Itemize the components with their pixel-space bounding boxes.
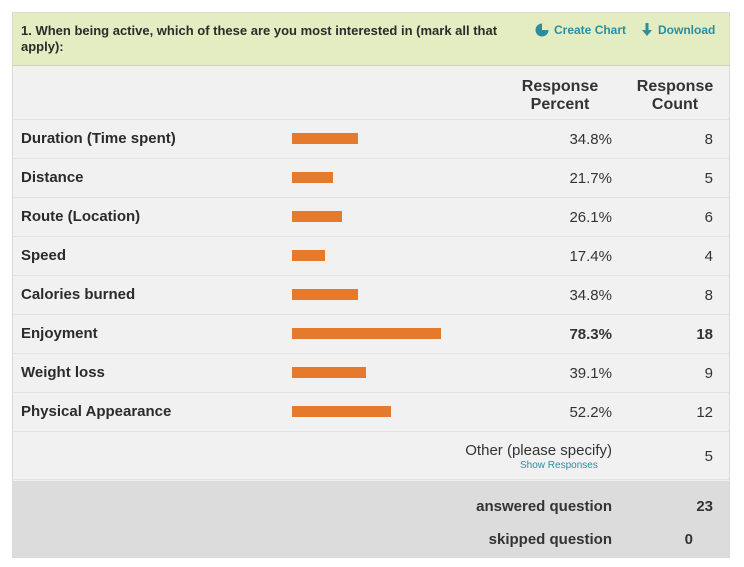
create-chart-button[interactable]: Create Chart [535,23,626,37]
question-text: 1. When being active, which of these are… [21,23,498,54]
response-count: 18 [696,326,713,343]
answer-label: Physical Appearance [21,403,172,420]
question-header: 1. When being active, which of these are… [13,13,729,66]
other-count: 5 [704,448,713,465]
response-percent-header: Response Percent [521,78,599,113]
download-arrow-icon [642,23,652,36]
response-bar [292,250,325,261]
answer-label: Calories burned [21,286,136,303]
create-chart-label: Create Chart [554,23,627,37]
answer-row: Weight loss 39.1% 9 [13,354,729,393]
response-percent: 34.8% [569,287,612,304]
other-label: Other (please specify) [465,442,612,459]
download-label: Download [658,23,716,37]
response-count: 4 [704,248,713,265]
response-percent: 26.1% [569,209,612,226]
response-count: 6 [704,209,713,226]
answer-row: Route (Location) 26.1% 6 [13,198,729,237]
column-headers: Response Percent Response Count [13,67,729,120]
answer-row: Physical Appearance 52.2% 12 [13,393,729,432]
download-button[interactable]: Download [641,23,715,37]
response-bar [292,211,342,222]
response-count: 9 [704,365,713,382]
response-percent: 52.2% [569,404,612,421]
response-percent: 21.7% [569,170,612,187]
pie-chart-icon [535,23,549,37]
answer-label: Duration (Time spent) [21,130,176,147]
skipped-question-label: skipped question [488,531,612,548]
response-bar [292,133,358,144]
answer-label: Weight loss [21,364,105,381]
response-percent: 34.8% [569,131,612,148]
answer-label: Route (Location) [21,208,141,225]
response-bar [292,367,366,378]
response-count: 8 [704,287,713,304]
other-row: Other (please specify) Show Responses 5 [13,432,729,480]
answered-question-count: 23 [696,498,713,515]
answer-row: Distance 21.7% 5 [13,159,729,198]
survey-question-panel: 1. When being active, which of these are… [12,12,730,558]
skipped-question-count: 0 [684,531,693,548]
answer-row: Enjoyment 78.3% 18 [13,315,729,354]
response-count: 8 [704,131,713,148]
answer-label: Distance [21,169,84,186]
response-percent: 78.3% [569,326,612,343]
answer-label: Enjoyment [21,325,98,342]
response-count: 5 [704,170,713,187]
response-percent: 39.1% [569,365,612,382]
show-responses-link[interactable]: Show Responses [520,460,598,471]
answer-rows: Duration (Time spent) 34.8% 8 Distance 21.7%… [13,120,729,432]
summary-section: answered question 23 skipped question 0 [13,481,729,557]
response-bar [292,406,391,417]
response-bar [292,328,441,339]
response-count: 12 [696,404,713,421]
response-percent: 17.4% [569,248,612,265]
response-count-header: Response Count [636,78,714,113]
response-bar [292,289,358,300]
answer-row: Calories burned 34.8% 8 [13,276,729,315]
answer-row: Duration (Time spent) 34.8% 8 [13,120,729,159]
answer-row: Speed 17.4% 4 [13,237,729,276]
answered-question-label: answered question [476,498,612,515]
answer-label: Speed [21,247,67,264]
response-bar [292,172,333,183]
